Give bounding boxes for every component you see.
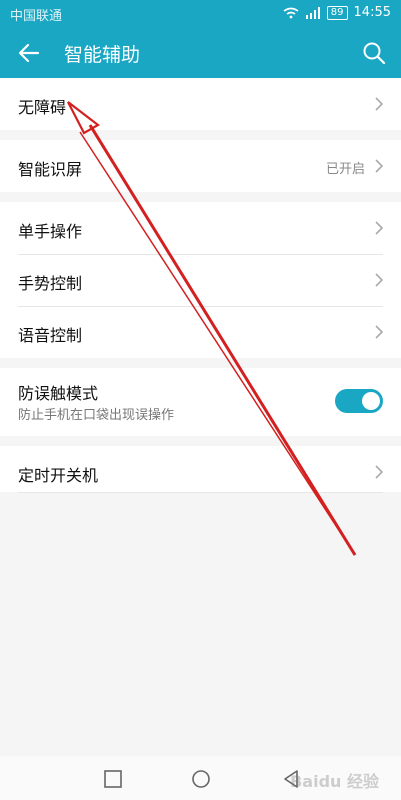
section-smart-screen: 智能识屏 已开启 xyxy=(0,140,401,192)
chevron-right-icon xyxy=(375,325,384,339)
square-icon[interactable] xyxy=(102,768,124,790)
list-item-smart-screen[interactable]: 智能识屏 已开启 xyxy=(0,140,401,192)
back-arrow-icon[interactable] xyxy=(16,40,42,66)
status-bar: 中国联通 89 14:55 xyxy=(0,0,401,26)
status-value: 已开启 xyxy=(325,162,365,177)
list-item-label: 防误触模式 xyxy=(18,384,99,403)
search-icon[interactable] xyxy=(361,40,387,66)
list-item-gesture-control[interactable]: 手势控制 xyxy=(0,254,401,306)
header: 中国联通 89 14:55 智能辅助 xyxy=(0,0,401,78)
section-accessibility: 无障碍 xyxy=(0,78,401,130)
list-item-subtitle: 防止手机在口袋出现误操作 xyxy=(18,408,175,423)
list-item-label: 手势控制 xyxy=(18,274,83,293)
clock: 14:55 xyxy=(353,5,391,20)
list-item-label: 语音控制 xyxy=(18,326,83,345)
list-item-label: 智能识屏 xyxy=(18,160,83,179)
section-anti-mistouch: 防误触模式 防止手机在口袋出现误操作 xyxy=(0,368,401,436)
list-item-one-hand[interactable]: 单手操作 xyxy=(0,202,401,254)
list-item-label: 单手操作 xyxy=(18,222,83,241)
divider xyxy=(18,492,383,493)
wifi-icon xyxy=(283,7,299,18)
navigation-bar: Baidu 经验 xyxy=(0,756,401,800)
toggle-knob xyxy=(362,392,380,410)
section-gestures: 单手操作 手势控制 语音控制 xyxy=(0,202,401,358)
list-item-scheduled-power[interactable]: 定时开关机 xyxy=(0,446,401,492)
chevron-right-icon xyxy=(375,159,384,173)
list-item-voice-control[interactable]: 语音控制 xyxy=(0,306,401,358)
battery-icon: 89 xyxy=(326,5,348,20)
list-item-accessibility[interactable]: 无障碍 xyxy=(0,78,401,130)
page-title: 智能辅助 xyxy=(64,44,141,66)
status-right: 89 14:55 xyxy=(283,5,391,20)
list-item-label: 无障碍 xyxy=(18,98,67,117)
chevron-right-icon xyxy=(375,221,384,235)
list-item-label: 定时开关机 xyxy=(18,466,99,485)
list-item-anti-mistouch: 防误触模式 防止手机在口袋出现误操作 xyxy=(0,368,401,436)
signal-icon xyxy=(305,6,320,19)
toolbar: 智能辅助 xyxy=(0,26,401,78)
carrier-name: 中国联通 xyxy=(10,9,63,24)
chevron-right-icon xyxy=(375,465,384,479)
chevron-right-icon xyxy=(375,273,384,287)
watermark: Baidu 经验 xyxy=(290,772,379,791)
circle-icon[interactable] xyxy=(190,768,212,790)
anti-mistouch-toggle[interactable] xyxy=(335,389,383,413)
section-scheduled-power: 定时开关机 xyxy=(0,446,401,493)
chevron-right-icon xyxy=(375,97,384,111)
